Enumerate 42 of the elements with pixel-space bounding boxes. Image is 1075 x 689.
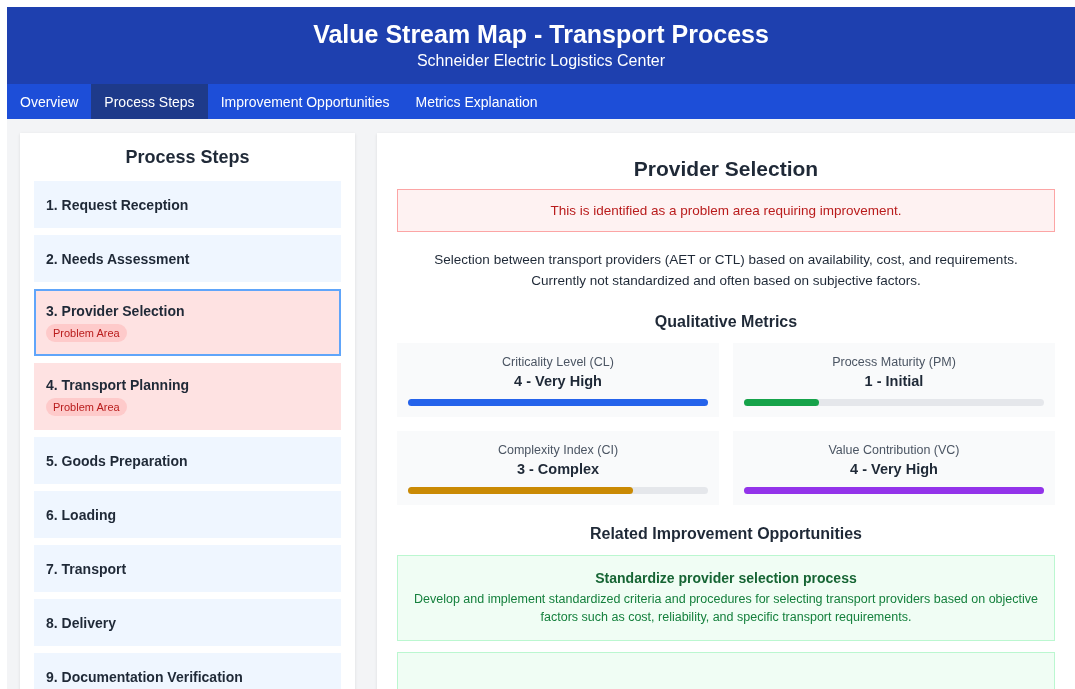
step-label: 8. Delivery	[46, 614, 118, 631]
section-heading: Related Improvement Opportunities	[588, 525, 863, 543]
step-label: 9. Documentation Verification	[46, 668, 244, 685]
section-heading: Qualitative Metrics	[653, 313, 799, 331]
process-step-item[interactable]: 5. Goods Preparation	[34, 437, 341, 484]
tab[interactable]: Improvement Opportunities	[207, 84, 403, 119]
tab[interactable]: Overview	[7, 84, 92, 119]
process-step-item[interactable]: 1. Request Reception	[34, 181, 341, 228]
opportunity-text: Develop and implement standardized criteria and procedures for selecting transport providers based on objective factors such as cost, reliability, and specific transport requirements.	[413, 591, 1039, 626]
problem-alert: This is identified as a problem area requiring improvement.	[397, 189, 1055, 232]
metric-name: Criticality Level (CL)	[502, 355, 614, 369]
metric-value: 4 - Very High	[514, 373, 602, 389]
process-step-item[interactable]: 4. Transport Planning Problem Area	[34, 363, 341, 430]
tab[interactable]: Metrics Explanation	[402, 84, 551, 119]
opportunity-title: Standardize provider selection process	[595, 570, 857, 586]
page-subtitle: Schneider Electric Logistics Center	[416, 52, 666, 70]
process-step-item[interactable]: 8. Delivery	[34, 599, 341, 646]
metric-value: 3 - Complex	[516, 461, 600, 477]
process-step-item[interactable]: 7. Transport	[34, 545, 341, 592]
metric-value: 1 - Initial	[864, 373, 924, 389]
step-label: 1. Request Reception	[46, 196, 190, 213]
problem-badge: Problem Area	[46, 324, 127, 342]
sidebar-title: Process Steps	[124, 147, 251, 168]
description-text: Selection between transport providers (AET or CTL) based on availability, cost, and requirements. Currently not standardized and often based on subjective factors.	[433, 251, 1019, 290]
process-step-item[interactable]: 6. Loading	[34, 491, 341, 538]
step-label: 3. Provider Selection	[46, 303, 186, 319]
metric-value: 4 - Very High	[850, 461, 938, 477]
step-label: 4. Transport Planning	[46, 377, 191, 393]
step-label: 6. Loading	[46, 506, 117, 523]
step-label: 7. Transport	[46, 560, 128, 577]
tab[interactable]: Process Steps	[91, 84, 208, 119]
process-step-item[interactable]: 9. Documentation Verification	[34, 653, 341, 689]
process-step-item[interactable]: 3. Provider Selection Problem Area	[34, 289, 341, 356]
step-label: 2. Needs Assessment	[46, 250, 191, 267]
step-label: 5. Goods Preparation	[46, 452, 189, 469]
page-title: Value Stream Map - Transport Process	[313, 20, 769, 49]
metric-name: Complexity Index (CI)	[497, 443, 619, 457]
process-step-item[interactable]: 2. Needs Assessment	[34, 235, 341, 282]
metric-name: Value Contribution (VC)	[828, 443, 960, 457]
detail-title: Provider Selection	[632, 157, 820, 181]
problem-badge: Problem Area	[46, 398, 127, 416]
metric-name: Process Maturity (PM)	[832, 355, 956, 369]
